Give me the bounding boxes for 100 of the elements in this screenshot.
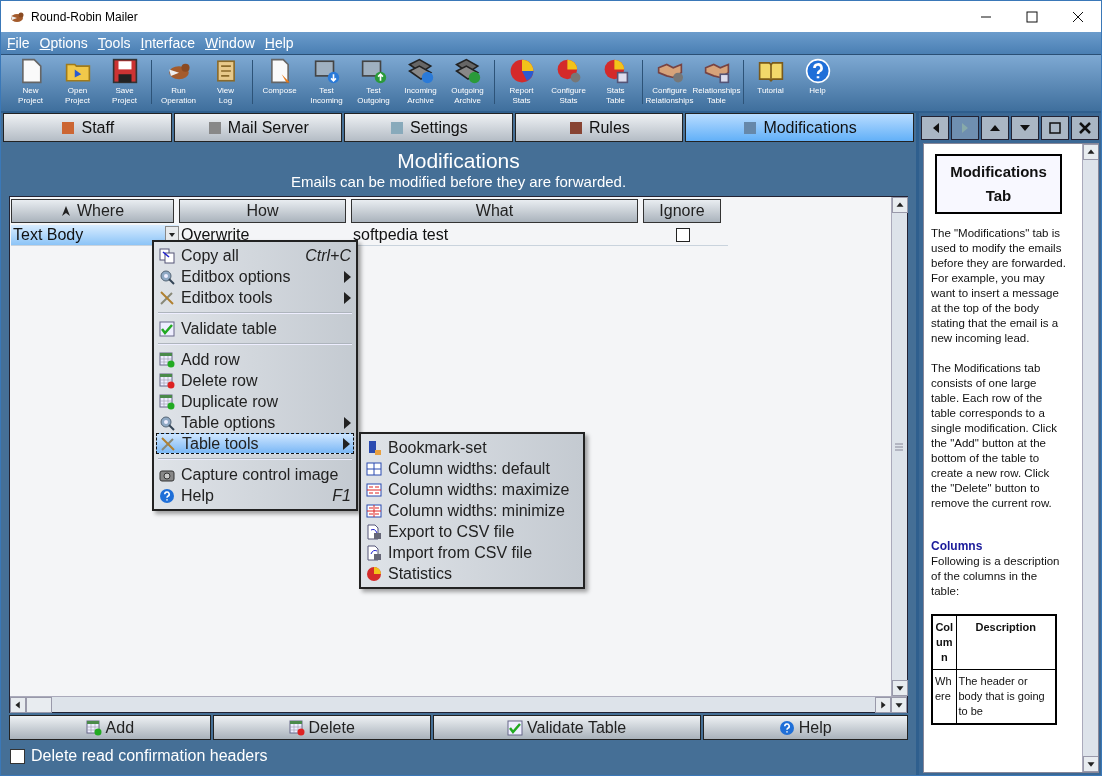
scroll-down-button[interactable] xyxy=(891,697,907,713)
horizontal-scrollbar[interactable] xyxy=(10,696,907,712)
menu-item[interactable]: Delete row xyxy=(156,370,354,391)
menu-item[interactable]: Table tools xyxy=(156,433,354,454)
menu-item[interactable]: Editbox tools xyxy=(156,287,354,308)
table-add-icon xyxy=(85,719,102,736)
monitor-arrow-icon xyxy=(313,58,340,84)
menu-item[interactable]: Column widths: minimize xyxy=(363,500,581,521)
up-button[interactable] xyxy=(981,116,1009,140)
table-delete-icon xyxy=(288,719,305,736)
scroll-down-button[interactable] xyxy=(1083,756,1098,772)
toolbar-button[interactable]: Run Operation xyxy=(155,58,202,106)
toolbar-button[interactable]: Configure Relationships xyxy=(646,58,693,106)
menu-item[interactable]: Column widths: default xyxy=(363,458,581,479)
help-icon xyxy=(804,58,831,84)
menu-item[interactable]: Import from CSV file xyxy=(363,542,581,563)
help-paragraph: The "Modifications" tab is used to modify the emails before they are forwarded. For example, you may want to insert a message at the top of the body stating that the email is a new incoming lead. xyxy=(931,226,1066,346)
grip-icon xyxy=(892,442,906,451)
scroll-thumb[interactable] xyxy=(26,697,52,713)
toolbar-button[interactable]: Test Incoming xyxy=(303,58,350,106)
menu-item[interactable]: Column widths: maximize xyxy=(363,479,581,500)
help-paragraph: The Modifications tab consists of one large table. Each row of the table corresponds to a single modification. Click the "Add" button at the bottom of the table to create a new row. Click the "Delete" button to remove the current row. xyxy=(931,361,1058,511)
toolbar-button[interactable]: Relationships Table xyxy=(693,58,740,106)
scroll-right-button[interactable] xyxy=(875,697,891,713)
menu-item[interactable]: Bookmark-set xyxy=(363,437,581,458)
section-heading: Columns xyxy=(931,539,984,554)
toolbar-button[interactable]: Open Project xyxy=(54,58,101,106)
toolbar-button[interactable]: Stats Table xyxy=(592,58,639,106)
menu-item[interactable]: Tools xyxy=(97,35,131,51)
scroll-up-button[interactable] xyxy=(1083,144,1098,160)
help-icon xyxy=(159,487,175,504)
menu-item[interactable]: File xyxy=(7,35,30,51)
maximize-button[interactable] xyxy=(1041,116,1069,140)
table-check-icon xyxy=(159,320,175,337)
checkbox[interactable] xyxy=(676,228,690,242)
toolbar-button[interactable]: New Project xyxy=(7,58,54,106)
menu-item[interactable]: Add row xyxy=(156,349,354,370)
forward-button[interactable] xyxy=(951,116,979,140)
page-subtitle: Emails can be modified before they are forwarded. xyxy=(289,173,628,190)
shortcut-text: F1 xyxy=(332,486,351,505)
toolbar-button[interactable]: Incoming Archive xyxy=(397,58,444,106)
toolbar-button[interactable]: Save Project xyxy=(101,58,148,106)
menu-item[interactable]: Capture control image xyxy=(156,464,354,485)
help-icon xyxy=(778,719,795,736)
toolbar-button[interactable]: Configure Stats xyxy=(545,58,592,106)
table-header: Column xyxy=(932,615,956,670)
tab[interactable]: Mail Server xyxy=(173,113,343,142)
toolbar-button[interactable]: Report Stats xyxy=(498,58,545,106)
menu-item[interactable]: Options xyxy=(39,35,88,51)
page-title: Modifications xyxy=(396,149,521,173)
action-button[interactable]: Validate Table xyxy=(432,715,701,740)
action-button[interactable]: Delete xyxy=(212,715,431,740)
checkbox[interactable] xyxy=(10,748,25,764)
action-button[interactable]: Add xyxy=(9,715,211,740)
toolbar-button[interactable]: Outgoing Archive xyxy=(444,58,491,106)
caret-icon xyxy=(168,232,176,238)
column-expand-icon xyxy=(366,481,382,498)
column-header[interactable]: What xyxy=(351,199,638,223)
table-duplicate-icon xyxy=(159,393,175,410)
table-delete-icon xyxy=(159,372,175,389)
scroll-left-button[interactable] xyxy=(10,697,26,713)
tab[interactable]: Rules xyxy=(514,113,684,142)
menu-item[interactable]: Editbox options xyxy=(156,266,354,287)
vertical-scrollbar[interactable] xyxy=(891,197,907,696)
monitor-arrow-icon xyxy=(360,58,387,84)
help-paragraph: Following is a description of the columns in the table: xyxy=(931,554,1061,599)
menu-item[interactable]: Interface xyxy=(140,35,195,51)
toolbar-button[interactable]: View Log xyxy=(202,58,249,106)
copy-icon xyxy=(159,247,175,264)
menu-item[interactable]: Table options xyxy=(156,412,354,433)
scroll-up-button[interactable] xyxy=(892,197,908,213)
menu-item[interactable]: Export to CSV file xyxy=(363,521,581,542)
close-button[interactable] xyxy=(1071,116,1099,140)
action-button[interactable]: Help xyxy=(702,715,908,740)
down-button[interactable] xyxy=(1011,116,1039,140)
back-button[interactable] xyxy=(921,116,949,140)
column-grid-icon xyxy=(366,460,382,477)
checkbox-label: Delete read confirmation headers xyxy=(31,747,268,765)
column-header[interactable]: How xyxy=(179,199,346,223)
pie-chart-gear-icon xyxy=(555,58,582,84)
column-header[interactable]: Ignore xyxy=(643,199,721,223)
menu-item[interactable]: Copy all Ctrl+C xyxy=(156,245,354,266)
tab[interactable]: Modifications xyxy=(685,113,914,142)
menu-item[interactable]: Validate table xyxy=(156,318,354,339)
tab[interactable]: Staff xyxy=(3,113,172,142)
table-cell[interactable]: Text Body xyxy=(11,225,179,245)
menu-item[interactable]: Window xyxy=(205,35,255,51)
menu-item[interactable]: Help F1 xyxy=(156,485,354,506)
menu-item[interactable]: Duplicate row xyxy=(156,391,354,412)
scroll-down-button[interactable] xyxy=(892,680,908,696)
toolbar-button[interactable]: Test Outgoing xyxy=(350,58,397,106)
file-import-icon xyxy=(366,544,382,561)
toolbar-button[interactable]: Tutorial xyxy=(747,58,794,96)
menu-item[interactable]: Help xyxy=(264,35,294,51)
tab[interactable]: Settings xyxy=(344,113,513,142)
menu-item[interactable]: Statistics xyxy=(363,563,581,584)
vertical-scrollbar[interactable] xyxy=(1082,144,1098,772)
toolbar-button[interactable]: Help xyxy=(794,58,841,96)
column-header[interactable]: Where xyxy=(11,199,174,223)
toolbar-button[interactable]: Compose xyxy=(256,58,303,96)
